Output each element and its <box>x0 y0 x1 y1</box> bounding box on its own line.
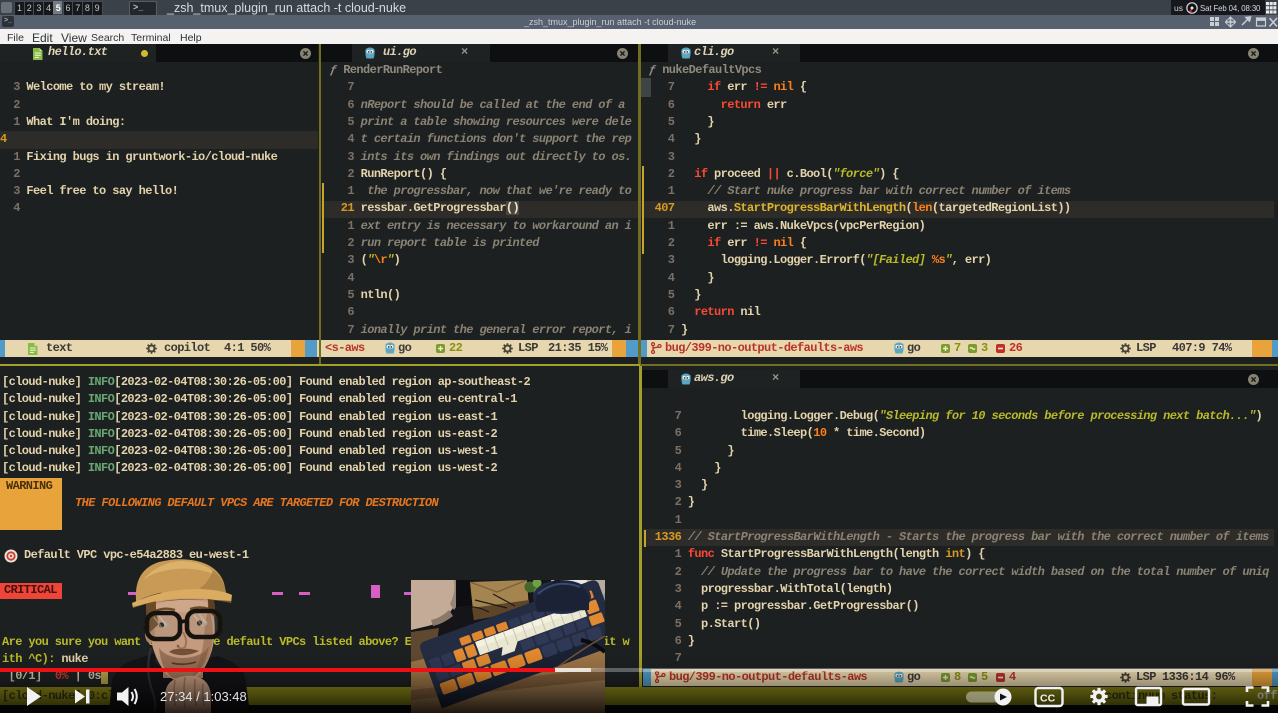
svg-text:CC: CC <box>1040 693 1056 705</box>
